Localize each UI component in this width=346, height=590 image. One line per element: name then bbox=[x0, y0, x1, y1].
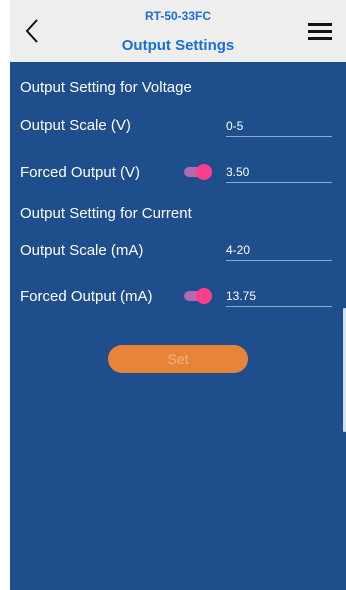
current-forced-label: Forced Output (mA) bbox=[20, 288, 153, 305]
voltage-forced-toggle[interactable] bbox=[184, 164, 214, 180]
header-bar: RT-50-33FC Output Settings bbox=[10, 0, 346, 62]
current-forced-toggle[interactable] bbox=[184, 288, 214, 304]
app-screen: RT-50-33FC Output Settings Output Settin… bbox=[10, 0, 346, 590]
current-scale-field[interactable]: 4-20 bbox=[226, 239, 332, 261]
voltage-scale-label: Output Scale (V) bbox=[20, 117, 131, 134]
toggle-thumb bbox=[196, 164, 212, 180]
voltage-section-title: Output Setting for Voltage bbox=[20, 79, 192, 96]
current-section-title: Output Setting for Current bbox=[20, 205, 192, 222]
hamburger-menu-icon bbox=[308, 23, 332, 40]
voltage-scale-field[interactable]: 0-5 bbox=[226, 115, 332, 137]
menu-button[interactable] bbox=[304, 20, 336, 44]
page-title: Output Settings bbox=[121, 37, 235, 54]
current-forced-field[interactable]: 13.75 bbox=[226, 285, 332, 307]
voltage-forced-label: Forced Output (V) bbox=[20, 164, 141, 181]
toggle-thumb bbox=[196, 288, 212, 304]
current-scale-label: Output Scale (mA) bbox=[20, 242, 144, 259]
device-id: RT-50-33FC bbox=[144, 9, 212, 23]
set-button[interactable]: Set bbox=[108, 345, 248, 373]
voltage-forced-field[interactable]: 3.50 bbox=[226, 161, 332, 183]
